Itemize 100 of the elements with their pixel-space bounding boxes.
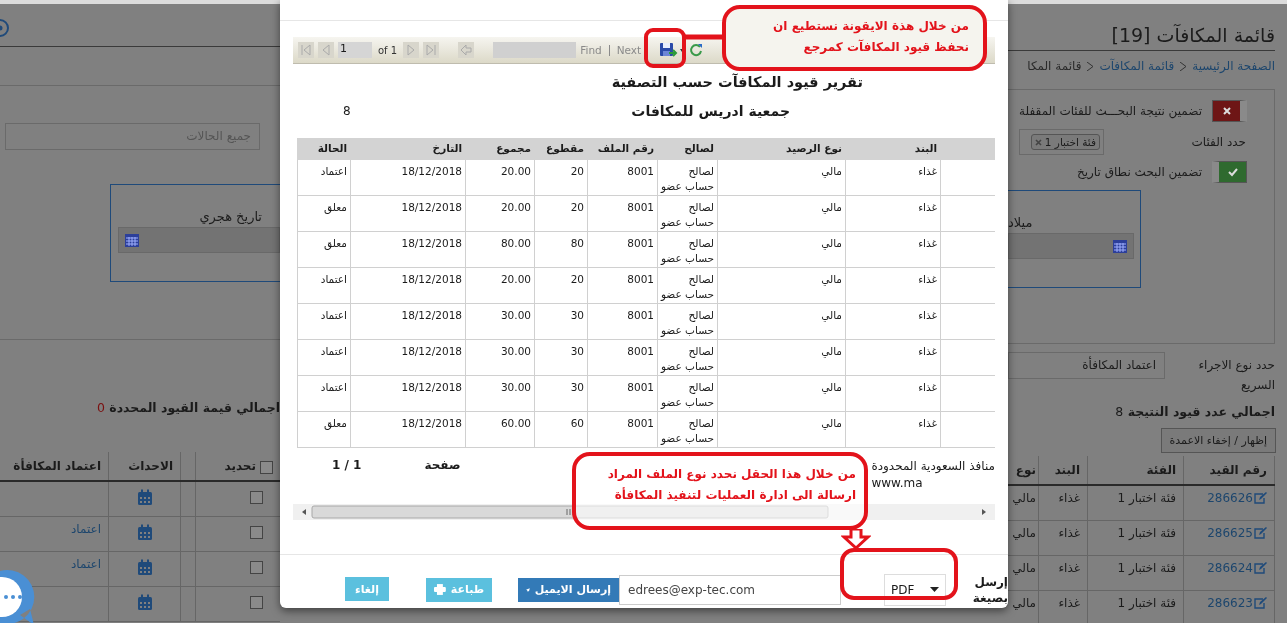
table-cell: مالي xyxy=(717,340,845,376)
table-cell: اعتماد xyxy=(297,340,350,376)
table-cell: 8001 xyxy=(587,196,657,232)
table-cell: 30 xyxy=(534,376,587,412)
table-cell: فئة اختبار 1 xyxy=(1087,486,1183,520)
previous-page-icon[interactable] xyxy=(318,42,334,58)
column-header: مجموع xyxy=(465,138,534,160)
toggle-switch[interactable] xyxy=(1212,161,1247,183)
report-subtitle: جمعية ادريس للمكافات xyxy=(631,103,790,119)
refresh-icon[interactable] xyxy=(689,43,704,57)
hijri-date-field[interactable] xyxy=(118,227,280,253)
remove-icon[interactable] xyxy=(1034,138,1042,146)
table-cell: لصالح حساب عضو xyxy=(657,196,717,232)
connector-line xyxy=(684,32,724,42)
column-header[interactable]: نوع xyxy=(1008,456,1038,484)
columns-toggle-button[interactable]: إظهار / إخفاء الاعمدة xyxy=(1160,427,1276,453)
table-cell: غذاء xyxy=(845,268,940,304)
table-cell: 8001 xyxy=(587,268,657,304)
calendar-icon[interactable] xyxy=(125,233,139,247)
table-cell: 20 xyxy=(534,268,587,304)
column-header[interactable]: رقم القيد xyxy=(1183,456,1275,484)
table-cell: لصالح حساب عضو xyxy=(657,304,717,340)
table-cell: 8001 xyxy=(587,412,657,448)
record-link[interactable]: 286623 xyxy=(1207,596,1267,610)
table-cell: مالي xyxy=(717,304,845,340)
table-cell: 18/12/2018 xyxy=(350,160,465,196)
scrollbar[interactable] xyxy=(293,504,995,520)
table-cell xyxy=(940,196,995,232)
breadcrumb-item[interactable]: قائمة المكافآت xyxy=(1099,59,1175,73)
calendar-icon[interactable] xyxy=(136,594,153,611)
approve-link[interactable]: اعتماد xyxy=(70,557,101,571)
find-field[interactable] xyxy=(493,42,577,58)
column-header: التارخ xyxy=(350,138,465,160)
table-cell: مالي xyxy=(717,412,845,448)
page-title: قائمة المكافآت [19] xyxy=(1111,24,1275,46)
categories-field[interactable]: فئة اختبار 1 xyxy=(1019,129,1104,155)
category-tag[interactable]: فئة اختبار 1 xyxy=(1030,134,1100,150)
calendar-icon[interactable] xyxy=(136,524,153,541)
column-header[interactable]: اعتماد المكافأة xyxy=(0,452,108,480)
table-cell: 60.00 xyxy=(465,412,534,448)
record-link[interactable]: 286625 xyxy=(1207,526,1267,540)
edit-icon xyxy=(1254,527,1267,539)
quick-action-label: حدد نوع الاجراء السريع xyxy=(1197,357,1275,394)
row-checkbox[interactable] xyxy=(250,491,263,504)
table-cell: غذاء xyxy=(845,304,940,340)
table-cell: 30.00 xyxy=(465,376,534,412)
company-name: منافذ السعودية المحدودة xyxy=(871,458,995,475)
select-all-checkbox[interactable] xyxy=(260,461,273,474)
format-select[interactable]: PDF xyxy=(884,573,946,606)
page-indicator: 1 / 1 xyxy=(332,458,362,472)
close-icon xyxy=(1221,106,1232,116)
table-cell: لصالح حساب عضو xyxy=(657,412,717,448)
chevron-icon xyxy=(1087,61,1094,71)
page-number-field[interactable]: 1 xyxy=(338,42,372,58)
table-cell xyxy=(940,268,995,304)
column-header: نوع الرصيد xyxy=(717,138,845,160)
email-field[interactable]: edrees@exp-tec.com xyxy=(619,574,841,605)
cancel-button[interactable]: إلغاء xyxy=(345,577,389,601)
column-header: رقم الملف xyxy=(587,138,657,160)
column-header[interactable]: الاحداث xyxy=(108,452,180,480)
table-cell: غذاء xyxy=(1038,486,1087,520)
find-link[interactable]: Find xyxy=(580,44,602,56)
table-cell: 8001 xyxy=(587,340,657,376)
record-link[interactable]: 286624 xyxy=(1207,561,1267,575)
row-checkbox[interactable] xyxy=(250,526,263,539)
table-cell: 18/12/2018 xyxy=(350,376,465,412)
calendar-icon[interactable] xyxy=(1113,239,1127,253)
page-count: of 1 xyxy=(378,44,398,56)
table-cell: اعتماد xyxy=(297,268,350,304)
next-link[interactable]: Next xyxy=(616,44,642,56)
gregorian-date-label: ميلاد xyxy=(1008,215,1033,230)
breadcrumb-item[interactable]: الصفحة الرئيسية xyxy=(1192,59,1275,73)
table-cell: مالي xyxy=(717,232,845,268)
calendar-icon[interactable] xyxy=(136,489,153,506)
hijri-date-label: تاريخ هجري xyxy=(198,209,263,224)
help-icon[interactable] xyxy=(0,18,10,38)
calendar-icon[interactable] xyxy=(136,559,153,576)
table-cell: معلق xyxy=(297,412,350,448)
back-icon[interactable] xyxy=(458,42,475,58)
approve-link[interactable]: اعتماد xyxy=(70,522,101,536)
first-page-icon[interactable] xyxy=(298,42,314,58)
row-checkbox[interactable] xyxy=(250,561,263,574)
send-email-button[interactable]: إرسال الايميل xyxy=(518,577,619,602)
column-header[interactable]: البند xyxy=(1038,456,1087,484)
table-cell: 8001 xyxy=(587,160,657,196)
breadcrumb-item[interactable]: قائمة المكا xyxy=(1027,59,1082,73)
print-button[interactable]: طباعة xyxy=(426,577,492,602)
record-link[interactable]: 286626 xyxy=(1207,491,1267,505)
gregorian-date-field[interactable] xyxy=(1008,233,1134,259)
quick-action-select[interactable]: اعتماد المكافأة xyxy=(1008,352,1165,379)
row-checkbox[interactable] xyxy=(250,596,263,609)
last-page-icon[interactable] xyxy=(423,42,440,58)
table-cell: اعتماد xyxy=(297,160,350,196)
report-title: تقرير قيود المكافآت حسب التصفية xyxy=(610,74,864,93)
column-header[interactable]: الفئة xyxy=(1087,456,1183,484)
table-cell xyxy=(940,340,995,376)
toggle-switch[interactable] xyxy=(1212,100,1247,122)
table-cell-text: مالي xyxy=(1011,525,1037,542)
table-cell-text: مالي xyxy=(1011,560,1037,577)
next-page-icon[interactable] xyxy=(403,42,420,58)
